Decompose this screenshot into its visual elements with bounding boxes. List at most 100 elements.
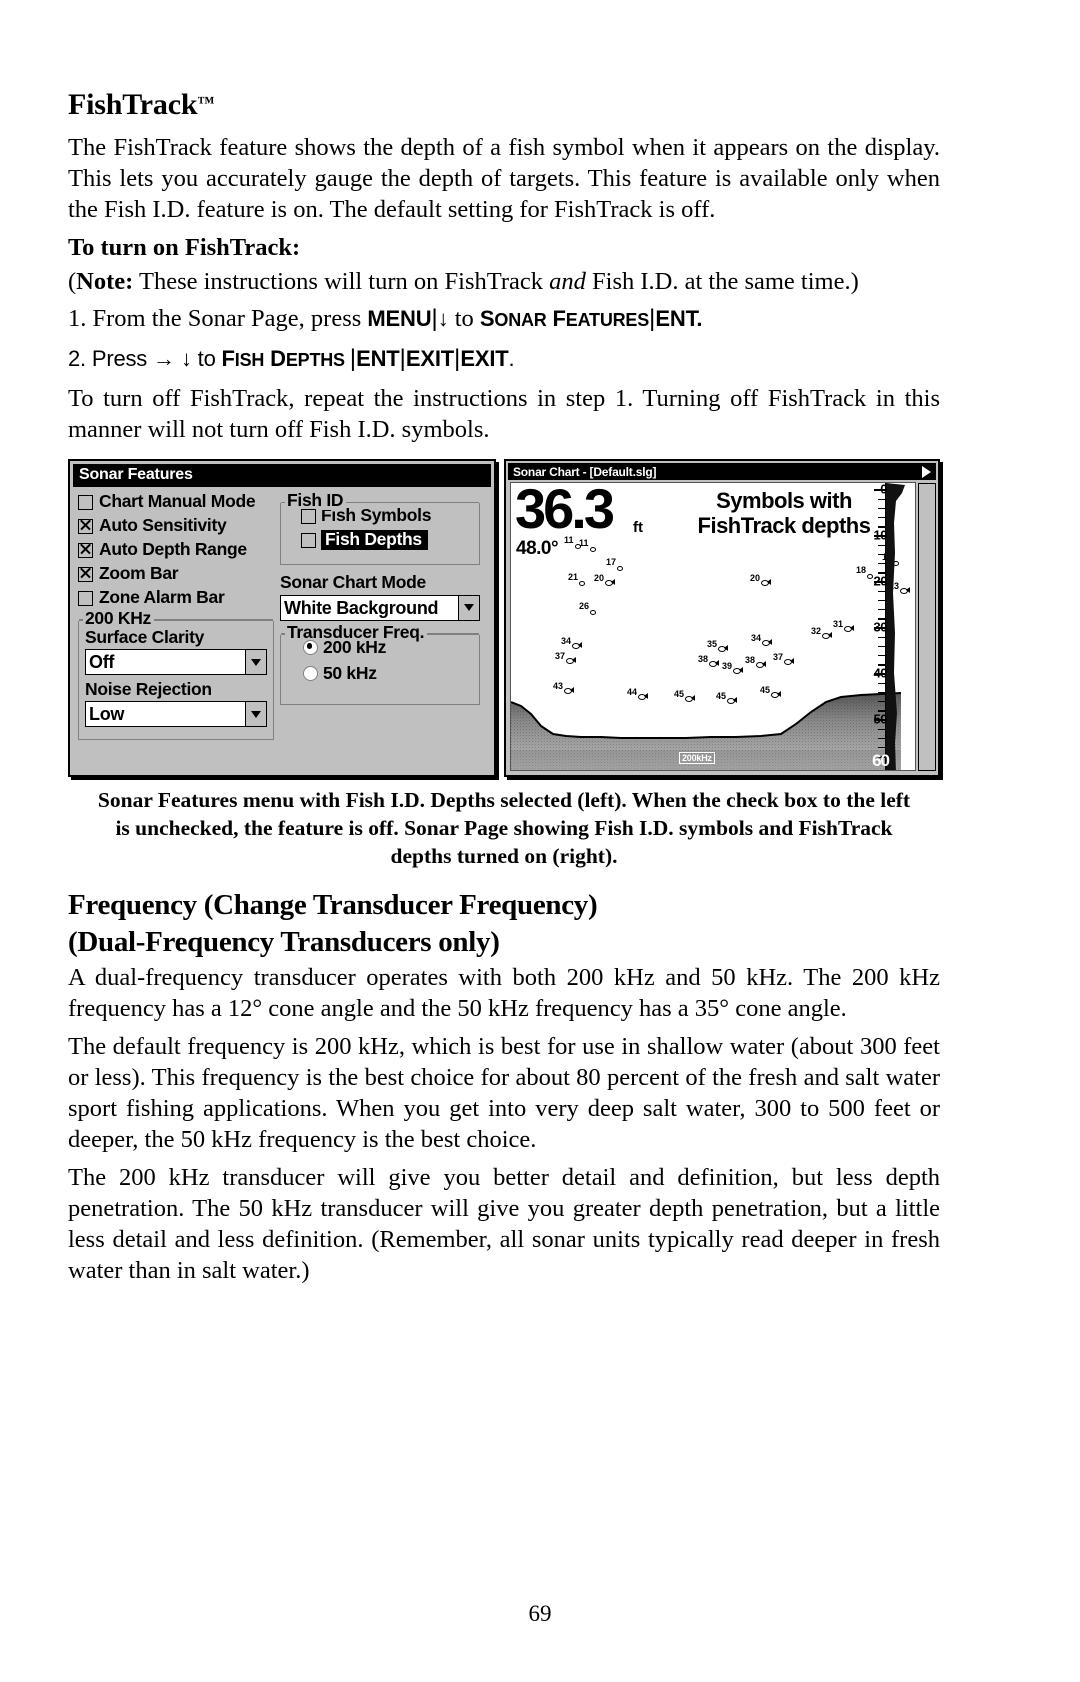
zoom-bar-segment-bottom[interactable] (920, 660, 934, 771)
fish-depth-label: 45 (760, 685, 771, 696)
depth-scale-tick (874, 673, 885, 676)
key-fish-depths: FISH DEPTHS (221, 346, 345, 372)
play-icon[interactable] (922, 465, 931, 478)
fish-symbol: 34 (751, 634, 773, 647)
zoom-bar-segment-top[interactable] (920, 484, 934, 572)
fish-depth-label: 35 (707, 639, 718, 650)
fish-symbol: 37 (555, 652, 577, 665)
fish-symbol: 34 (561, 636, 583, 650)
chevron-down-icon[interactable] (458, 595, 479, 620)
depth-unit-label: ft (633, 519, 643, 537)
checkbox-icon-unchecked[interactable] (78, 590, 93, 606)
depth-scale-tick (878, 636, 885, 638)
checkbox-icon-checked[interactable] (78, 518, 93, 534)
fish-icon (572, 642, 583, 650)
trademark-symbol: ™ (197, 93, 215, 112)
note-paragraph: (Note: These instructions will turn on F… (68, 267, 859, 295)
fish-depth-label: 39 (722, 661, 733, 672)
fish-symbol: 11 (579, 538, 597, 553)
fish-symbol: 37 (773, 652, 795, 666)
fish-icon (727, 697, 738, 705)
checkbox-auto-sensitivity[interactable]: Auto Sensitivity (78, 517, 274, 535)
dialog-left-column: Chart Manual Mode Auto Sensitivity Auto … (78, 493, 274, 741)
surface-clarity-dropdown[interactable]: Off (85, 649, 267, 676)
depth-scale-tick (874, 719, 885, 722)
checkbox-fish-depths[interactable]: Fish Depths (301, 529, 473, 551)
checkbox-icon-unchecked[interactable] (301, 508, 316, 524)
fish-icon (709, 660, 720, 668)
noise-rejection-dropdown[interactable]: Low (85, 701, 267, 728)
checkbox-zoom-bar[interactable]: Zoom Bar (78, 565, 274, 583)
fish-depth-label: 20 (594, 573, 605, 584)
fish-symbol: 20 (750, 574, 772, 587)
key-ent-2: ENT (356, 346, 400, 372)
checkbox-chart-manual-mode[interactable]: Chart Manual Mode (78, 493, 274, 511)
depth-scale-tick (874, 535, 885, 538)
fish-symbol: 20 (594, 573, 616, 587)
fish-depth-label: 32 (811, 626, 822, 637)
frequency-section-title: Frequency (Change Transducer Frequency) … (68, 887, 940, 960)
checkbox-icon-checked[interactable] (78, 566, 93, 582)
chart-titlebar: Sonar Chart - [Default.slg] (508, 463, 936, 481)
depth-scale-tick (878, 544, 885, 546)
sonar-chart-mode-dropdown[interactable]: White Background (280, 594, 480, 621)
checkbox-zone-alarm-bar[interactable]: Zone Alarm Bar (78, 589, 274, 607)
fish-icon (771, 691, 782, 699)
group-label: Fish ID (285, 492, 347, 510)
radio-icon-unselected[interactable] (303, 666, 318, 682)
arrow-down-icon: ↓ (437, 306, 449, 332)
checkbox-icon-unchecked[interactable] (301, 532, 316, 548)
fish-symbol: 32 (811, 626, 833, 640)
dialog-titlebar: Sonar Features (73, 464, 491, 488)
zoom-bar[interactable] (918, 483, 936, 772)
checkbox-label: Chart Manual Mode (99, 491, 256, 512)
surface-clarity-value: Off (89, 652, 115, 673)
checkbox-label: Auto Sensitivity (99, 515, 227, 536)
fish-depth-label: 17 (606, 557, 617, 568)
depth-scale-tick (874, 489, 885, 492)
checkbox-icon-checked[interactable] (78, 542, 93, 558)
fish-depth-label: 37 (773, 652, 784, 663)
fish-depth-label: 21 (568, 572, 579, 583)
noise-rejection-label: Noise Rejection (85, 679, 212, 700)
depth-scale-tick (878, 608, 885, 611)
group-label: Transducer Freq. (285, 623, 428, 642)
checkbox-label: Zone Alarm Bar (99, 587, 225, 608)
noise-rejection-value: Low (89, 704, 125, 725)
group-200khz: 200 KHz Surface Clarity Off Noise Reject… (78, 609, 274, 741)
surface-clarity-label: Surface Clarity (85, 626, 205, 647)
fish-depth-label: 11 (579, 538, 589, 549)
checkbox-icon-unchecked[interactable] (78, 494, 93, 510)
sonar-chart-window[interactable]: Sonar Chart - [Default.slg] 36.3 ft 48.0… (504, 459, 940, 778)
fish-depth-label: 31 (833, 619, 844, 630)
fish-symbol: 45 (674, 690, 696, 703)
chevron-down-icon[interactable] (245, 650, 266, 675)
checkbox-auto-depth-range[interactable]: Auto Depth Range (78, 541, 274, 559)
sonar-features-dialog[interactable]: Sonar Features Chart Manual Mode Auto Se… (68, 459, 496, 778)
fish-depth-label: 45 (716, 691, 727, 702)
depth-scale-tick (878, 728, 885, 730)
depth-scale-tick (878, 516, 885, 519)
fish-depth-label: 26 (579, 601, 590, 612)
depth-scale-tick (874, 627, 885, 630)
step-1: 1. From the Sonar Page, press MENU|↓ to … (68, 305, 703, 333)
step-2: 2. Press → ↓ to FISH DEPTHS |ENT|EXIT|EX… (68, 345, 515, 373)
fish-symbol: 44 (627, 688, 649, 701)
fish-symbol: 17 (606, 557, 624, 572)
zoom-bar-segment-middle[interactable] (920, 570, 934, 662)
chevron-down-icon[interactable] (245, 702, 266, 727)
radio-50khz[interactable]: 50 kHz (303, 665, 473, 683)
depth-readout: 36.3 (515, 482, 615, 541)
depth-scale-tick (874, 581, 885, 584)
fish-icon (756, 661, 767, 669)
fish-symbol: 21 (568, 572, 586, 587)
fish-icon (718, 645, 729, 653)
group-label: 200 KHz (83, 609, 154, 628)
figure-screenshots: Sonar Features Chart Manual Mode Auto Se… (68, 459, 940, 778)
fish-icon (844, 625, 855, 633)
note-emphasis: and (549, 267, 586, 295)
fish-depth-label: 34 (561, 636, 572, 647)
checkbox-label: Zoom Bar (99, 563, 179, 584)
radio-icon-selected[interactable] (303, 639, 318, 655)
fish-symbol: 39 (722, 661, 744, 675)
